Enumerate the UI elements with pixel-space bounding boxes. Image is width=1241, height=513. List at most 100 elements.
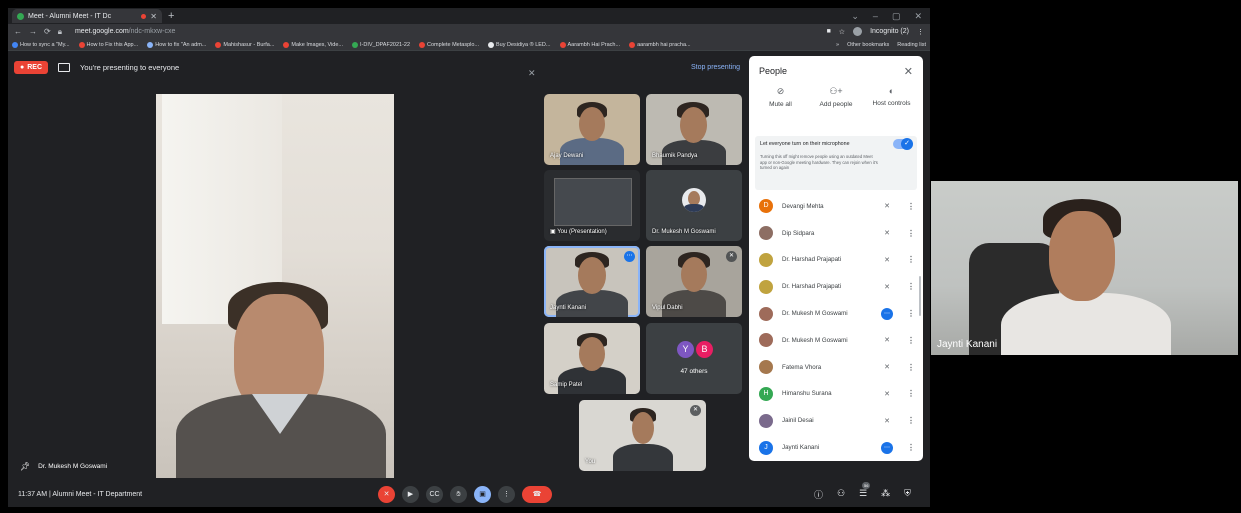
more-options-icon[interactable]: ⋮ xyxy=(907,282,915,291)
participant-row[interactable]: J Jaynti Kanani ⋯ ⋮ xyxy=(749,434,923,461)
mic-off-icon[interactable]: ✕ xyxy=(876,229,898,237)
leave-call-button[interactable]: ☎ xyxy=(522,485,552,503)
participant-tile[interactable]: Dr. Mukesh M Goswami xyxy=(646,170,742,241)
participant-tile[interactable]: Bhaumik Pandya xyxy=(646,94,742,165)
bookmark-item[interactable]: How to sync a "My... xyxy=(12,41,70,48)
participant-tile[interactable]: Ajay Dewani xyxy=(544,94,640,165)
browser-tab[interactable]: Meet - Alumni Meet - IT Dc ✕ xyxy=(12,9,162,23)
add-people-button[interactable]: ⚇+ Add people xyxy=(809,86,864,126)
avatar: J xyxy=(759,440,773,455)
mic-off-icon[interactable]: ✕ xyxy=(876,417,898,425)
minimize-icon[interactable]: – xyxy=(873,11,878,22)
bookmark-item[interactable]: Aarambh Hai Prach... xyxy=(559,41,620,48)
mic-off-icon[interactable]: ✕ xyxy=(876,390,898,398)
participant-row[interactable]: Jainil Desai ✕ ⋮ xyxy=(749,407,923,434)
bookmark-item[interactable]: Make Images, Vide... xyxy=(283,41,343,48)
bookmark-item[interactable]: Buy Desidiya ® LED... xyxy=(488,41,551,48)
chat-icon[interactable]: ☰ xyxy=(859,488,867,501)
camera-toggle-button[interactable]: ▶ xyxy=(402,485,419,503)
forward-icon[interactable]: → xyxy=(29,27,37,36)
mic-off-icon[interactable]: ✕ xyxy=(876,336,898,344)
bookmark-item[interactable]: Complete Metasplo... xyxy=(419,41,479,48)
present-button[interactable]: ▣ xyxy=(474,485,491,503)
more-options-icon[interactable]: ⋮ xyxy=(907,202,915,211)
more-options-icon[interactable]: ⋮ xyxy=(907,389,915,398)
close-icon[interactable]: ✕ xyxy=(904,65,913,78)
more-options-icon[interactable]: ⋮ xyxy=(907,229,915,238)
avatar: D xyxy=(759,199,773,214)
participant-row[interactable]: Dr. Harshad Prajapati ✕ ⋮ xyxy=(749,273,923,300)
scrollbar[interactable] xyxy=(919,276,921,316)
camera-in-use-icon[interactable]: ■ xyxy=(827,28,831,35)
raise-hand-button[interactable]: ✋︎ xyxy=(450,485,467,503)
participant-tile[interactable]: Samip Patel xyxy=(544,323,640,394)
mic-toggle-button[interactable]: ✕ xyxy=(378,485,395,503)
people-icon[interactable]: ⚇ 56 xyxy=(837,481,871,501)
tab-title: Meet - Alumni Meet - IT Dc xyxy=(28,12,112,20)
close-tab-icon[interactable]: ✕ xyxy=(150,12,157,21)
bookmark-item[interactable]: How to Fix this App... xyxy=(78,41,138,48)
maximize-icon[interactable]: ▢ xyxy=(892,11,901,22)
participant-name: Jainil Desai xyxy=(782,417,814,425)
bookmark-item[interactable]: Mahishasur - Burfa... xyxy=(215,41,274,48)
presentation-tile[interactable]: ▣ You (Presentation) xyxy=(544,170,640,241)
stop-presenting-button[interactable]: Stop presenting xyxy=(691,64,740,71)
star-icon[interactable]: ☆ xyxy=(839,28,845,36)
participant-row[interactable]: Dip Sidpara ✕ ⋮ xyxy=(749,220,923,247)
bookmark-item[interactable]: aarambh hai pracha... xyxy=(629,41,691,48)
bookmark-favicon-icon xyxy=(629,41,636,48)
back-icon[interactable]: ← xyxy=(14,27,22,36)
mic-off-icon[interactable]: ✕ xyxy=(876,283,898,291)
more-options-icon[interactable]: ⋮ xyxy=(907,363,915,372)
url-field[interactable]: meet.google.com/ndc-mkxw-cxe xyxy=(75,28,175,35)
self-tile[interactable]: ✕ You xyxy=(579,400,706,471)
incognito-icon[interactable] xyxy=(853,27,863,36)
mic-toggle[interactable]: ✓ xyxy=(893,138,913,150)
participant-row[interactable]: H Himanshu Surana ✕ ⋮ xyxy=(749,381,923,408)
mic-off-icon[interactable]: ✕ xyxy=(876,256,898,264)
mic-off-icon[interactable]: ✕ xyxy=(876,363,898,371)
lock-icon[interactable]: 🔒︎ xyxy=(58,27,62,37)
other-bookmarks[interactable]: Other bookmarks xyxy=(847,42,889,48)
main-speaker-video[interactable] xyxy=(156,94,394,478)
participant-name: Dr. Mukesh M Goswami xyxy=(782,336,848,344)
more-bookmarks-button[interactable]: » xyxy=(836,42,839,48)
pin-icon[interactable]: 📌︎ xyxy=(20,462,30,471)
bookmark-item[interactable]: I-DIV_DPAF2021-22 xyxy=(351,41,410,48)
new-tab-button[interactable]: + xyxy=(168,10,174,22)
mute-all-button[interactable]: ⊘ Mute all xyxy=(753,86,808,126)
bookmark-item[interactable]: How to fix "An adm... xyxy=(147,41,207,48)
side-webcam-video: Jaynti Kanani xyxy=(931,181,1238,355)
others-tile[interactable]: Y B 47 others xyxy=(646,323,742,394)
reload-icon[interactable]: ⟳ xyxy=(44,27,51,36)
chevron-down-icon[interactable]: ⌄ xyxy=(851,11,859,22)
info-icon[interactable]: ⓘ xyxy=(814,488,823,501)
host-controls-icon[interactable]: ⛨ xyxy=(904,488,911,501)
participant-row[interactable]: Dr. Harshad Prajapati ✕ ⋮ xyxy=(749,247,923,274)
more-options-icon[interactable]: ⋮ xyxy=(907,416,915,425)
more-options-icon[interactable]: ⋮ xyxy=(907,255,915,264)
activities-icon[interactable]: ⁂ xyxy=(881,488,890,501)
avatar xyxy=(759,226,773,241)
mic-off-icon[interactable]: ✕ xyxy=(876,202,898,210)
speaking-indicator-icon[interactable]: ⋯ xyxy=(876,441,898,454)
speaking-indicator-icon[interactable]: ⋯ xyxy=(876,307,898,320)
menu-icon[interactable]: ⋮ xyxy=(917,28,924,36)
reading-list[interactable]: Reading list xyxy=(897,42,926,48)
close-window-icon[interactable]: ✕ xyxy=(914,11,922,22)
captions-button[interactable]: CC xyxy=(426,485,443,503)
more-options-icon[interactable]: ⋮ xyxy=(907,336,915,345)
recording-badge[interactable]: ● REC xyxy=(14,60,49,74)
participant-tile[interactable]: ✕ Vipul Dabhi xyxy=(646,246,742,317)
more-options-icon[interactable]: ⋮ xyxy=(907,443,915,452)
participant-row[interactable]: Fatema Vhora ✕ ⋮ xyxy=(749,354,923,381)
participant-tile[interactable]: ⋯ Jaynti Kanani xyxy=(544,246,640,317)
participant-row[interactable]: Dr. Mukesh M Goswami ✕ ⋮ xyxy=(749,327,923,354)
host-controls-button[interactable]: ◐ Host controls xyxy=(864,86,919,126)
more-options-icon[interactable]: ⋮ xyxy=(907,309,915,318)
bookmark-label: How to fix "An adm... xyxy=(155,41,207,48)
participant-row[interactable]: D Devangi Mehta ✕ ⋮ xyxy=(749,193,923,220)
participant-row[interactable]: Dr. Mukesh M Goswami ⋯ ⋮ xyxy=(749,300,923,327)
incognito-label[interactable]: Incognito (2) xyxy=(870,28,909,35)
more-options-button[interactable]: ⋮ xyxy=(498,485,515,503)
